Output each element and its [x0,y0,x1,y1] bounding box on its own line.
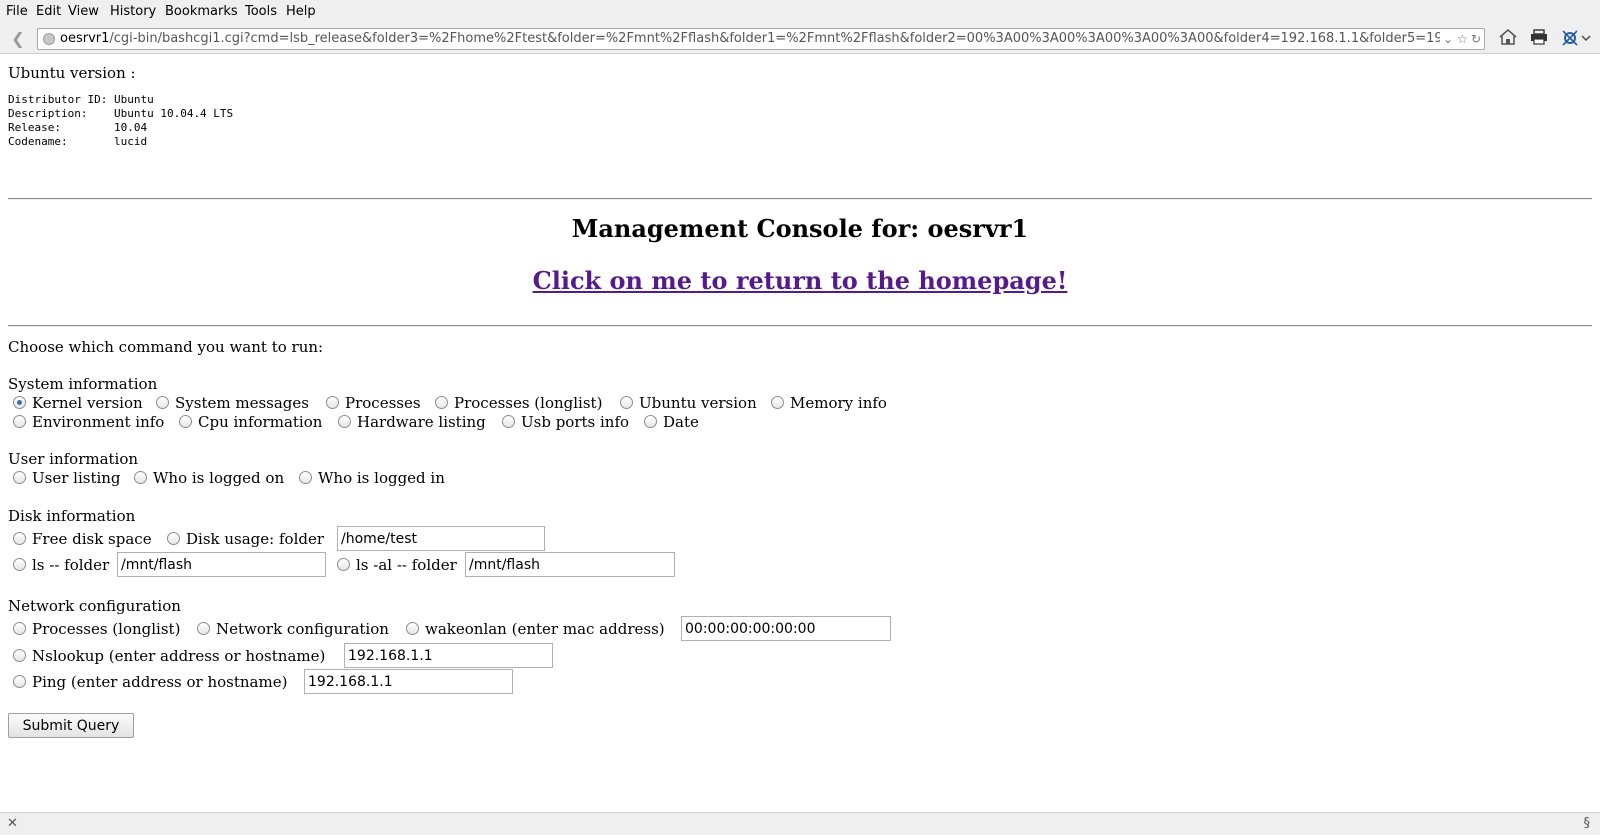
radio-cpu-information[interactable] [179,415,192,428]
radio-label: Processes [345,394,421,412]
section-heading-network: Network configuration [8,597,181,615]
radio-date[interactable] [644,415,657,428]
disk-usage-folder-input[interactable] [337,526,545,551]
radio-user-listing[interactable] [13,471,26,484]
nslookup-address-input[interactable] [344,643,553,668]
section-heading-system: System information [8,375,158,393]
radio-ping[interactable] [13,675,26,688]
menu-bookmarks[interactable]: Bookmarks [165,4,238,19]
divider [8,198,1592,200]
radio-label: Disk usage: folder [186,530,325,548]
radio-label: Processes (longlist) [454,394,603,412]
radio-label: Cpu information [198,413,323,431]
radio-network-configuration[interactable] [197,622,210,635]
section-heading-user: User information [8,450,139,468]
menu-file[interactable]: File [6,4,28,19]
radio-label: Free disk space [32,530,152,548]
output-line: Release: 10.04 [8,121,148,134]
radio-ls-al-folder[interactable] [337,558,350,571]
output-line: Description: Ubuntu 10.04.4 LTS [8,107,234,120]
ls-al-folder-input[interactable] [465,552,675,577]
site-identity-icon[interactable] [43,33,55,45]
radio-label: Processes (longlist) [32,620,181,638]
command-output: Distributor ID: Ubuntu Description: Ubun… [8,93,233,149]
radio-label: wakeonlan (enter mac address) [425,620,665,638]
ping-address-input[interactable] [304,669,513,694]
url-text[interactable]: oesrvr1/cgi-bin/bashcgi1.cgi?cmd=lsb_rel… [60,29,1440,49]
radio-hardware-listing[interactable] [338,415,351,428]
url-bar[interactable]: oesrvr1/cgi-bin/bashcgi1.cgi?cmd=lsb_rel… [37,28,1485,50]
mac-address-input[interactable] [681,616,891,641]
radio-nslookup[interactable] [13,649,26,662]
menu-tools[interactable]: Tools [245,4,277,19]
menu-edit[interactable]: Edit [36,4,61,19]
submit-query-button[interactable]: Submit Query [8,713,134,738]
navigation-toolbar: ❮ oesrvr1/cgi-bin/bashcgi1.cgi?cmd=lsb_r… [0,24,1600,54]
radio-who-is-logged-in[interactable] [299,471,312,484]
page-title: Management Console for: oesrvr1 [571,214,1029,243]
radio-kernel-version[interactable] [13,396,26,409]
output-line: Codename: lucid [8,135,148,148]
radio-label: Ping (enter address or hostname) [32,673,288,691]
menu-bar: File Edit View History Bookmarks Tools H… [0,0,1600,24]
ls-folder-input[interactable] [117,552,326,577]
dropdown-icon[interactable]: ⌄ [1443,29,1453,49]
radio-processes-longlist[interactable] [435,396,448,409]
radio-free-disk-space[interactable] [13,532,26,545]
radio-disk-usage[interactable] [167,532,180,545]
radio-system-messages[interactable] [156,396,169,409]
print-icon[interactable] [1528,29,1550,49]
radio-label: Hardware listing [357,413,486,431]
radio-label: Who is logged in [318,469,445,487]
radio-who-is-logged-on[interactable] [134,471,147,484]
radio-label: ls -al -- folder [356,556,457,574]
home-link-wrapper: Click on me to return to the homepage! [0,266,1600,295]
radio-environment-info[interactable] [13,415,26,428]
menu-view[interactable]: View [68,4,99,19]
status-bar: ✕ § [0,812,1600,835]
divider [8,325,1592,327]
menu-help[interactable]: Help [286,4,316,19]
radio-network-processes-longlist[interactable] [13,622,26,635]
radio-usb-ports-info[interactable] [502,415,515,428]
back-icon[interactable]: ❮ [6,28,30,50]
addon-bar-icon[interactable]: § [1584,816,1591,831]
homepage-link[interactable]: Click on me to return to the homepage! [533,266,1068,295]
extension-icon[interactable] [1560,29,1592,49]
radio-ls-folder[interactable] [13,558,26,571]
home-icon[interactable] [1497,29,1519,49]
output-heading: Ubuntu version : [8,64,136,82]
command-prompt: Choose which command you want to run: [8,338,324,356]
close-icon[interactable]: ✕ [7,816,18,831]
radio-ubuntu-version[interactable] [620,396,633,409]
radio-label: Usb ports info [521,413,630,431]
radio-label: ls -- folder [32,556,110,574]
section-heading-disk: Disk information [8,507,136,525]
page-content: Ubuntu version : Distributor ID: Ubuntu … [0,55,1600,812]
bookmark-star-icon[interactable]: ☆ [1457,29,1468,49]
radio-label: Kernel version [32,394,143,412]
output-line: Distributor ID: Ubuntu [8,93,154,106]
radio-label: Nslookup (enter address or hostname) [32,647,326,665]
radio-label: Who is logged on [153,469,285,487]
radio-label: Ubuntu version [639,394,757,412]
radio-label: Memory info [790,394,887,412]
radio-wakeonlan[interactable] [406,622,419,635]
radio-label: User listing [32,469,121,487]
menu-history[interactable]: History [110,4,156,19]
radio-label: Network configuration [216,620,389,638]
radio-label: Environment info [32,413,165,431]
radio-label: System messages [175,394,309,412]
reload-icon[interactable]: ↻ [1471,29,1481,49]
radio-processes[interactable] [326,396,339,409]
radio-memory-info[interactable] [771,396,784,409]
radio-label: Date [663,413,699,431]
